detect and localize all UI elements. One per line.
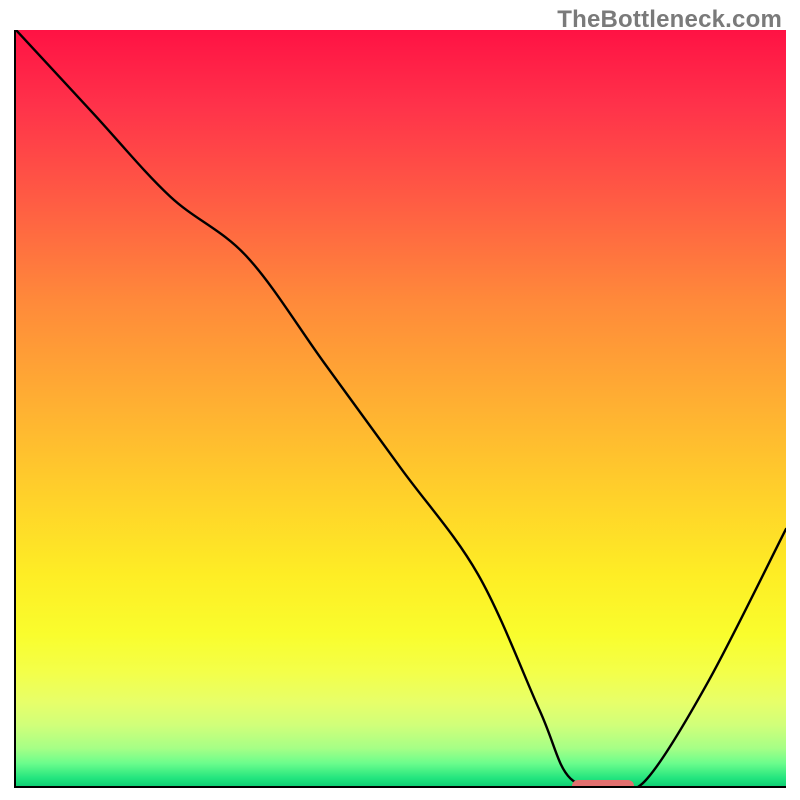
chart-container: TheBottleneck.com xyxy=(0,0,800,800)
bottleneck-curve xyxy=(16,30,786,786)
optimal-marker xyxy=(572,780,634,788)
plot-area xyxy=(14,30,786,788)
